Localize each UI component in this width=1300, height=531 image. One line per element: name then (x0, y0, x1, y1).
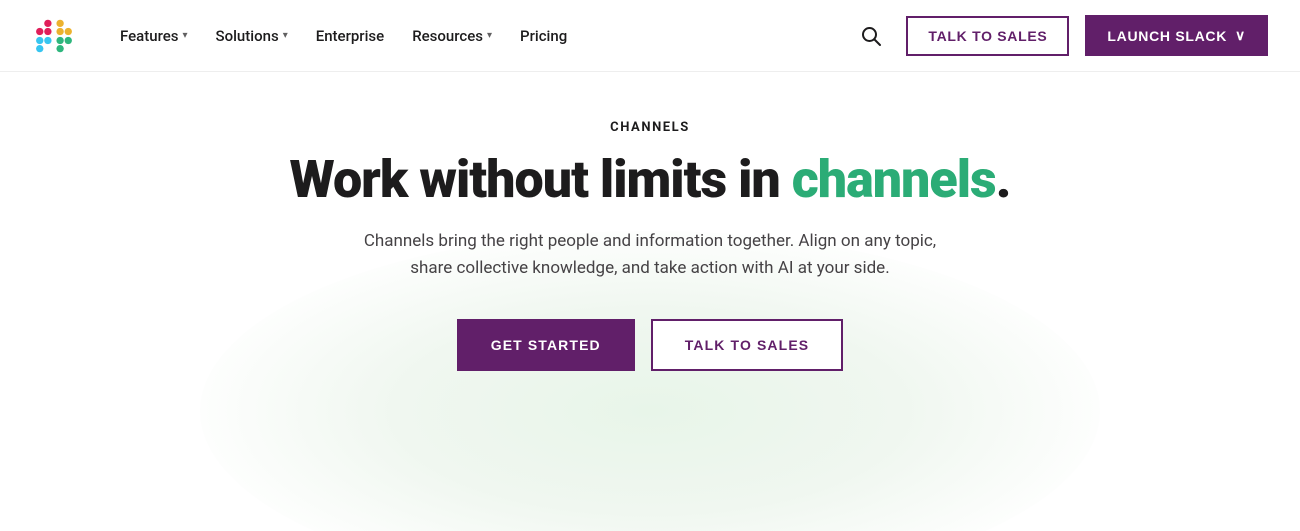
chevron-down-icon: ▾ (182, 30, 187, 41)
nav-link-enterprise[interactable]: Enterprise (304, 19, 396, 53)
nav-actions: TALK TO SALES LAUNCH SLACK ∨ (852, 15, 1268, 56)
chevron-down-icon: ∨ (1235, 27, 1246, 44)
logo-link[interactable] (32, 14, 76, 58)
hero-ctas: GET STARTED TALK TO SALES (457, 319, 844, 371)
get-started-button[interactable]: GET STARTED (457, 319, 635, 371)
hero-eyebrow: CHANNELS (610, 120, 690, 135)
nav-link-resources[interactable]: Resources ▾ (400, 19, 504, 53)
launch-slack-button[interactable]: LAUNCH SLACK ∨ (1085, 15, 1268, 56)
search-button[interactable] (852, 17, 890, 55)
nav-link-pricing[interactable]: Pricing (508, 19, 579, 53)
chevron-down-icon: ▾ (283, 30, 288, 41)
hero-title: Work without limits in channels. (290, 151, 1011, 208)
hero-content: CHANNELS Work without limits in channels… (290, 120, 1011, 371)
talk-to-sales-button-nav[interactable]: TALK TO SALES (906, 16, 1069, 56)
nav-links: Features ▾ Solutions ▾ Enterprise Resour… (108, 19, 852, 53)
talk-to-sales-button-hero[interactable]: TALK TO SALES (651, 319, 844, 371)
nav-link-features[interactable]: Features ▾ (108, 19, 200, 53)
slack-logo (32, 14, 76, 58)
hero-description: Channels bring the right people and info… (360, 228, 940, 282)
navigation: Features ▾ Solutions ▾ Enterprise Resour… (0, 0, 1300, 72)
nav-link-solutions[interactable]: Solutions ▾ (204, 19, 300, 53)
chevron-down-icon: ▾ (487, 30, 492, 41)
hero-section: CHANNELS Work without limits in channels… (0, 72, 1300, 531)
search-icon (860, 25, 882, 47)
